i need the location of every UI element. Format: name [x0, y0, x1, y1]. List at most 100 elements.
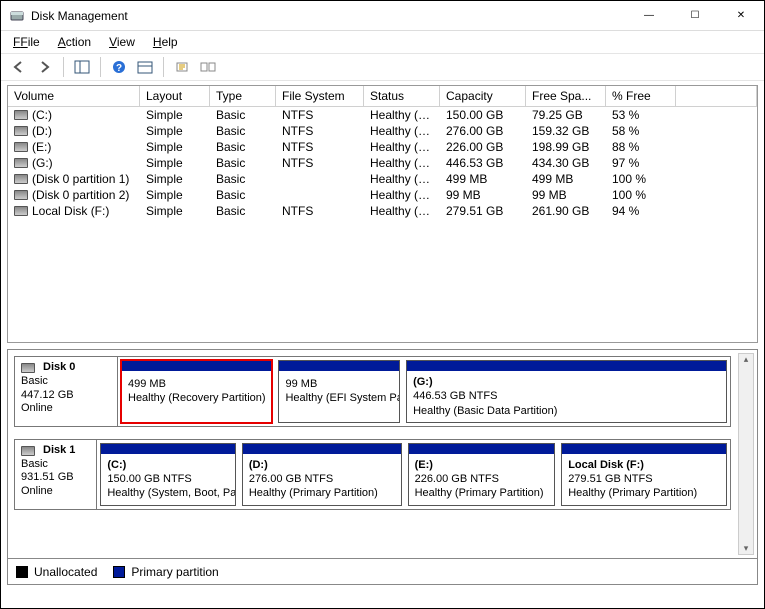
disk-map[interactable]: ▴ ▾ Disk 0Basic447.12 GBOnline499 MBHeal… [7, 349, 758, 559]
cell-free: 198.99 GB [526, 139, 606, 155]
partition[interactable]: (D:)276.00 GB NTFSHealthy (Primary Parti… [242, 443, 402, 506]
partition-size: 99 MB [285, 377, 393, 391]
partition[interactable]: 499 MBHealthy (Recovery Partition) [121, 360, 272, 423]
scroll-up-icon[interactable]: ▴ [744, 354, 749, 365]
cell-status: Healthy (P... [364, 123, 440, 139]
cell-free: 499 MB [526, 171, 606, 187]
partition-letter: Local Disk (F:) [568, 458, 720, 472]
menu-help[interactable]: Help [145, 33, 186, 51]
partition-size: 276.00 GB NTFS [249, 472, 395, 486]
partition[interactable]: (G:)446.53 GB NTFSHealthy (Basic Data Pa… [406, 360, 727, 423]
cell-fs: NTFS [276, 203, 364, 219]
partition-body: Local Disk (F:)279.51 GB NTFSHealthy (Pr… [562, 454, 726, 505]
cell-free: 99 MB [526, 187, 606, 203]
table-row[interactable]: (C:)SimpleBasicNTFSHealthy (S...150.00 G… [8, 107, 757, 123]
cell-volume: Local Disk (F:) [8, 203, 140, 219]
toolbar: ? [1, 53, 764, 81]
partition[interactable]: (E:)226.00 GB NTFSHealthy (Primary Parti… [408, 443, 556, 506]
col-header-status[interactable]: Status [364, 86, 440, 107]
cell-volume: (E:) [8, 139, 140, 155]
volume-list[interactable]: Volume Layout Type File System Status Ca… [7, 85, 758, 343]
close-button[interactable]: ✕ [718, 1, 764, 31]
cell-fs: NTFS [276, 123, 364, 139]
volume-icon [14, 190, 28, 200]
cell-type: Basic [210, 155, 276, 171]
legend: Unallocated Primary partition [7, 559, 758, 585]
legend-unallocated: Unallocated [16, 565, 97, 579]
volume-list-body[interactable]: (C:)SimpleBasicNTFSHealthy (S...150.00 G… [8, 107, 757, 342]
cell-pct: 88 % [606, 139, 676, 155]
partition[interactable]: (C:)150.00 GB NTFSHealthy (System, Boot,… [100, 443, 235, 506]
table-row[interactable]: (Disk 0 partition 2)SimpleBasicHealthy (… [8, 187, 757, 203]
volume-icon [14, 110, 28, 120]
col-header-spacer [676, 86, 757, 107]
col-header-layout[interactable]: Layout [140, 86, 210, 107]
table-row[interactable]: Local Disk (F:)SimpleBasicNTFSHealthy (P… [8, 203, 757, 219]
cell-free: 159.32 GB [526, 123, 606, 139]
forward-button[interactable] [33, 56, 57, 78]
partition[interactable]: 99 MBHealthy (EFI System Partition) [278, 360, 400, 423]
cell-layout: Simple [140, 203, 210, 219]
partition-size: 446.53 GB NTFS [413, 389, 720, 403]
swatch-unallocated [16, 566, 28, 578]
toolbar-separator [163, 57, 164, 77]
col-header-volume[interactable]: Volume [8, 86, 140, 107]
col-header-fs[interactable]: File System [276, 86, 364, 107]
refresh-button[interactable] [170, 56, 194, 78]
back-button[interactable] [7, 56, 31, 78]
partition[interactable]: Local Disk (F:)279.51 GB NTFSHealthy (Pr… [561, 443, 727, 506]
scroll-down-icon[interactable]: ▾ [744, 543, 749, 554]
col-header-capacity[interactable]: Capacity [440, 86, 526, 107]
disk-label[interactable]: Disk 0Basic447.12 GBOnline [14, 356, 118, 427]
cell-pct: 58 % [606, 123, 676, 139]
minimize-button[interactable]: — [626, 1, 672, 31]
partition-color-bar [407, 361, 726, 371]
volume-icon [14, 174, 28, 184]
partition-letter: (E:) [415, 458, 549, 472]
partition-body: (D:)276.00 GB NTFSHealthy (Primary Parti… [243, 454, 401, 505]
cell-free: 434.30 GB [526, 155, 606, 171]
partition-size: 226.00 GB NTFS [415, 472, 549, 486]
cell-capacity: 226.00 GB [440, 139, 526, 155]
help-button[interactable]: ? [107, 56, 131, 78]
partition-letter: (C:) [107, 458, 228, 472]
partition-size: 150.00 GB NTFS [107, 472, 228, 486]
col-header-free[interactable]: Free Spa... [526, 86, 606, 107]
cell-capacity: 279.51 GB [440, 203, 526, 219]
cell-free: 261.90 GB [526, 203, 606, 219]
maximize-button[interactable]: ☐ [672, 1, 718, 31]
col-header-type[interactable]: Type [210, 86, 276, 107]
partitions: 499 MBHealthy (Recovery Partition)99 MBH… [118, 356, 731, 427]
cell-type: Basic [210, 123, 276, 139]
disk-type: Basic [21, 375, 111, 389]
cell-status: Healthy (R... [364, 171, 440, 187]
scrollbar[interactable]: ▴ ▾ [738, 353, 754, 555]
properties-button[interactable] [133, 56, 157, 78]
window-controls: — ☐ ✕ [626, 1, 764, 31]
menu-bar: Fdocument.currentScript.previousElementS… [1, 31, 764, 53]
volume-icon [14, 206, 28, 216]
menu-file[interactable]: Fdocument.currentScript.previousElementS… [5, 33, 48, 51]
title-bar: Disk Management — ☐ ✕ [1, 1, 764, 31]
disk-size: 447.12 GB [21, 389, 111, 403]
table-row[interactable]: (D:)SimpleBasicNTFSHealthy (P...276.00 G… [8, 123, 757, 139]
partition-status: Healthy (Primary Partition) [249, 486, 395, 500]
cell-pct: 100 % [606, 187, 676, 203]
col-header-pct[interactable]: % Free [606, 86, 676, 107]
cell-volume: (G:) [8, 155, 140, 171]
partition-color-bar [279, 361, 399, 371]
client-area: Volume Layout Type File System Status Ca… [1, 81, 764, 608]
table-row[interactable]: (G:)SimpleBasicNTFSHealthy (B...446.53 G… [8, 155, 757, 171]
cell-status: Healthy (S... [364, 107, 440, 123]
show-hide-tree-button[interactable] [70, 56, 94, 78]
menu-action[interactable]: Action [50, 33, 99, 51]
cell-volume: (Disk 0 partition 1) [8, 171, 140, 187]
menu-view[interactable]: View [101, 33, 143, 51]
toolbar-separator [100, 57, 101, 77]
table-row[interactable]: (Disk 0 partition 1)SimpleBasicHealthy (… [8, 171, 757, 187]
table-row[interactable]: (E:)SimpleBasicNTFSHealthy (P...226.00 G… [8, 139, 757, 155]
disk-label[interactable]: Disk 1Basic931.51 GBOnline [14, 439, 97, 510]
settings-button[interactable] [196, 56, 220, 78]
cell-type: Basic [210, 187, 276, 203]
volume-icon [14, 126, 28, 136]
